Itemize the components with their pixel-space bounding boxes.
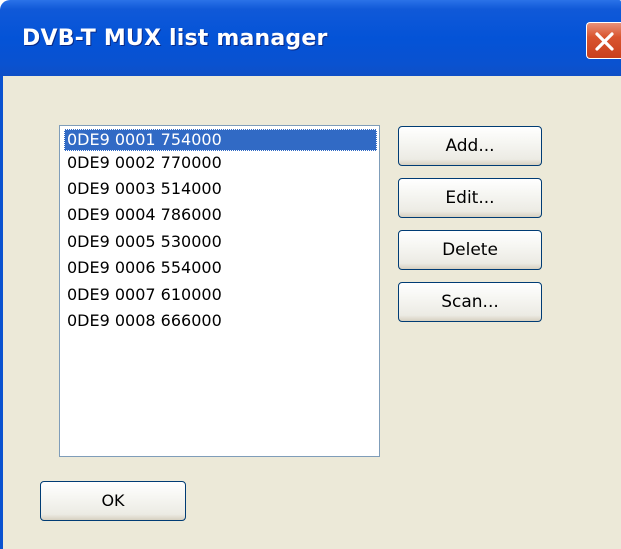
edit-button[interactable]: Edit...: [398, 178, 542, 218]
scan-button[interactable]: Scan...: [398, 282, 542, 322]
ok-button[interactable]: OK: [40, 481, 186, 521]
mux-list-item[interactable]: 0DE9 0003 514000: [64, 178, 225, 200]
close-icon: [595, 32, 614, 51]
dialog-window: DVB-T MUX list manager 0DE9 0001 754000 …: [0, 0, 621, 549]
close-button[interactable]: [586, 22, 621, 59]
mux-list-item[interactable]: 0DE9 0001 754000: [64, 129, 377, 151]
mux-list-item[interactable]: 0DE9 0007 610000: [64, 284, 225, 306]
mux-list-item[interactable]: 0DE9 0006 554000: [64, 257, 225, 279]
mux-list-item[interactable]: 0DE9 0002 770000: [64, 152, 225, 174]
window-title: DVB-T MUX list manager: [22, 26, 328, 51]
mux-list-item[interactable]: 0DE9 0005 530000: [64, 231, 225, 253]
delete-button[interactable]: Delete: [398, 230, 542, 270]
mux-list-item[interactable]: 0DE9 0008 666000: [64, 310, 225, 332]
add-button[interactable]: Add...: [398, 126, 542, 166]
mux-listbox[interactable]: 0DE9 0001 754000 0DE9 0002 770000 0DE9 0…: [59, 125, 380, 457]
mux-list-item[interactable]: 0DE9 0004 786000: [64, 204, 225, 226]
title-bar[interactable]: DVB-T MUX list manager: [0, 0, 621, 76]
